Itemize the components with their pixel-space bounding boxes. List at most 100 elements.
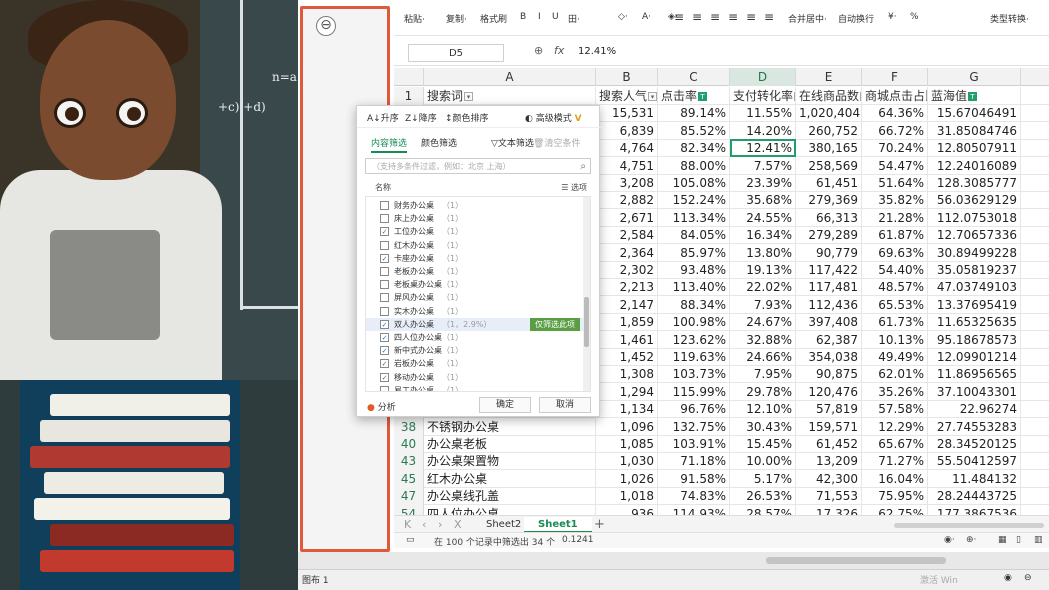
search-icon[interactable]: ⌕ (580, 159, 586, 174)
cell[interactable]: 22.02% (730, 278, 796, 297)
eye-icon[interactable]: ◉· (944, 535, 955, 545)
cell[interactable]: 12.41% (730, 139, 796, 158)
sort-color-button[interactable]: ↕颜色排序 (445, 111, 489, 124)
cell[interactable]: 128.3085777 (928, 174, 1021, 192)
reading-view-icon[interactable]: ▥ (1034, 535, 1043, 545)
checkbox[interactable] (380, 306, 389, 316)
filter-list-item[interactable]: ✓ 岩板办公桌 （1） (366, 357, 584, 370)
cell[interactable]: 177.3867536 (928, 504, 1021, 515)
cell[interactable]: 61,452 (796, 435, 862, 453)
tab-content-filter[interactable]: 内容筛选 (371, 136, 408, 153)
align-right-icon[interactable]: ≡ (710, 10, 720, 24)
checkbox[interactable] (380, 280, 389, 290)
cell[interactable]: 152.24% (658, 191, 730, 210)
cell[interactable]: 23.39% (730, 174, 796, 192)
cell[interactable]: 1,308 (596, 365, 658, 384)
cell[interactable]: 11.55% (730, 104, 796, 123)
cell[interactable]: 2,364 (596, 243, 658, 262)
cell[interactable]: 点击率 T (658, 87, 730, 105)
cell[interactable]: 11.65325635 (928, 313, 1021, 332)
ribbon-item[interactable]: U (552, 12, 559, 22)
tab-text-filter[interactable]: ▽文本筛选 (491, 136, 534, 149)
cell[interactable]: 65.67% (862, 435, 928, 453)
cell[interactable]: 103.73% (658, 365, 730, 384)
ribbon-item[interactable]: 复制· (446, 12, 467, 25)
cell[interactable]: 22.96274 (928, 400, 1021, 419)
cell[interactable]: 37.10043301 (928, 382, 1021, 401)
cell[interactable]: 93.48% (658, 261, 730, 279)
cell[interactable]: 61.73% (862, 313, 928, 332)
cell[interactable]: 13,209 (796, 452, 862, 471)
filter-list-item[interactable]: 床上办公桌 （1） (366, 212, 584, 225)
cell[interactable]: 88.00% (658, 156, 730, 175)
formula-value[interactable]: 12.41% (578, 46, 616, 57)
cell[interactable]: 2,584 (596, 226, 658, 245)
cell[interactable]: 办公桌架置物 (424, 452, 596, 471)
cell[interactable]: 120,476 (796, 382, 862, 401)
cell[interactable]: 51.64% (862, 174, 928, 192)
checkbox[interactable]: ✓ (380, 333, 389, 342)
cell[interactable]: 71.18% (658, 452, 730, 471)
cell[interactable]: 1,018 (596, 487, 658, 506)
cell[interactable]: 1,020,404 (796, 104, 862, 123)
cell[interactable]: 10.13% (862, 330, 928, 349)
cell[interactable]: 105.08% (658, 174, 730, 192)
cell[interactable]: 85.97% (658, 243, 730, 262)
column-header[interactable]: F (862, 68, 928, 86)
filter-list-item[interactable]: 屏风办公桌 （1） (366, 291, 584, 304)
row-number[interactable]: 45 (394, 469, 424, 488)
checkbox[interactable]: ✓ (380, 319, 389, 329)
cell[interactable]: 1,026 (596, 469, 658, 488)
cell[interactable]: 2,147 (596, 295, 658, 314)
checkbox[interactable] (380, 240, 389, 250)
cell[interactable]: 1,085 (596, 435, 658, 453)
column-header[interactable]: G (928, 68, 1021, 86)
cell[interactable]: 117,481 (796, 278, 862, 297)
scroll-thumb[interactable] (766, 557, 946, 564)
cell[interactable]: 30.43% (730, 417, 796, 436)
cell[interactable]: 2,302 (596, 261, 658, 279)
cell[interactable]: 12.80507911 (928, 139, 1021, 158)
cell[interactable]: 65.53% (862, 295, 928, 314)
cell[interactable]: 279,369 (796, 191, 862, 210)
filter-list-scrollbar[interactable] (583, 197, 590, 391)
column-header[interactable]: C (658, 68, 730, 86)
checkbox[interactable]: ✓ (380, 359, 389, 369)
cell[interactable]: 42,300 (796, 469, 862, 488)
cell[interactable]: 71.27% (862, 452, 928, 471)
cell[interactable]: 10.00% (730, 452, 796, 471)
cell[interactable]: 936 (596, 504, 658, 515)
checkbox[interactable] (380, 214, 389, 224)
cell[interactable]: 28.24443725 (928, 487, 1021, 506)
cell[interactable]: 16.34% (730, 226, 796, 245)
row-number[interactable]: 1 (394, 87, 424, 105)
cell[interactable]: 28.34520125 (928, 435, 1021, 453)
cell[interactable]: 119.63% (658, 348, 730, 366)
cell[interactable]: 12.24016089 (928, 156, 1021, 175)
row-number[interactable]: 40 (394, 435, 424, 453)
cell[interactable]: 19.13% (730, 261, 796, 279)
cell[interactable]: 113.34% (658, 208, 730, 227)
cell[interactable]: 13.80% (730, 243, 796, 262)
cell[interactable]: 62.01% (862, 365, 928, 384)
cell[interactable]: 28.57% (730, 504, 796, 515)
next-sheet-icon[interactable]: › (438, 518, 442, 531)
select-all-corner[interactable] (394, 68, 424, 86)
cell[interactable]: 112.0753018 (928, 208, 1021, 227)
filter-list-item[interactable]: 红木办公桌 （1） (366, 239, 584, 252)
filter-search-input[interactable]: （支持多条件过滤，例如：北京 上海） ⌕ (365, 158, 591, 174)
cell[interactable]: 159,571 (796, 417, 862, 436)
filter-only-this-button[interactable]: 仅筛选此项 (530, 317, 580, 331)
cell[interactable]: 49.49% (862, 348, 928, 366)
cell[interactable]: 88.34% (658, 295, 730, 314)
cell[interactable]: 54.47% (862, 156, 928, 175)
ok-button[interactable]: 确定 (479, 397, 531, 413)
cell[interactable]: 24.66% (730, 348, 796, 366)
cell[interactable]: 11.86956565 (928, 365, 1021, 384)
ribbon-item[interactable]: 合并居中· (788, 12, 827, 25)
cell[interactable]: 商城点击占比T (862, 87, 928, 105)
cell[interactable]: 2,671 (596, 208, 658, 227)
align-left-icon[interactable]: ≡ (674, 10, 684, 24)
filter-list-item[interactable]: 易工办公桌 （1） (366, 384, 584, 391)
cell[interactable]: 蓝海值 T (928, 87, 1021, 105)
